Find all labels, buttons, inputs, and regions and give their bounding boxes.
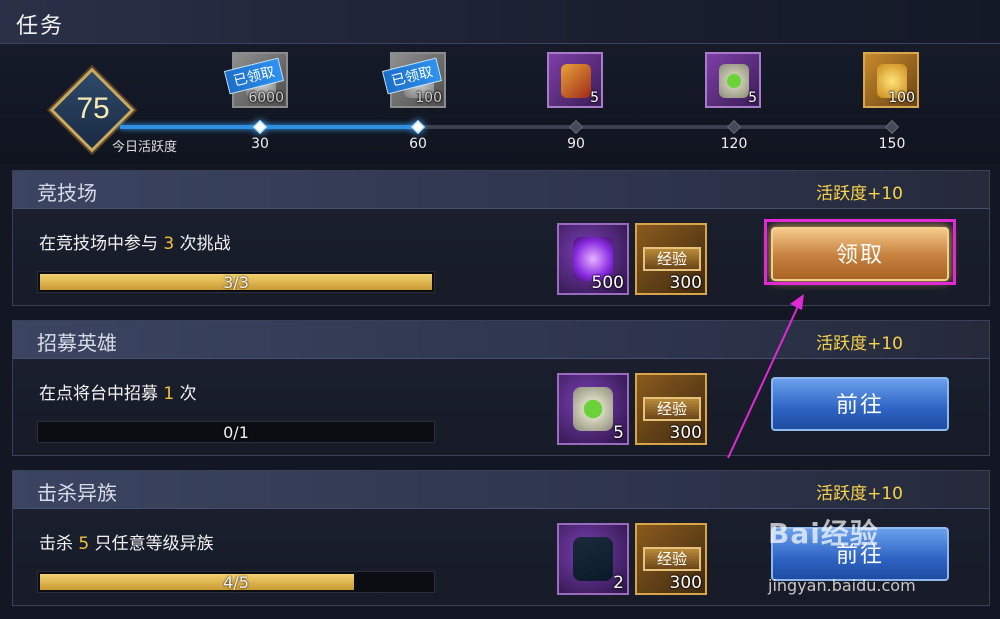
baidu-watermark: Bai经验 <box>768 517 879 550</box>
baidu-watermark-url: jingyan.baidu.com <box>768 576 916 595</box>
